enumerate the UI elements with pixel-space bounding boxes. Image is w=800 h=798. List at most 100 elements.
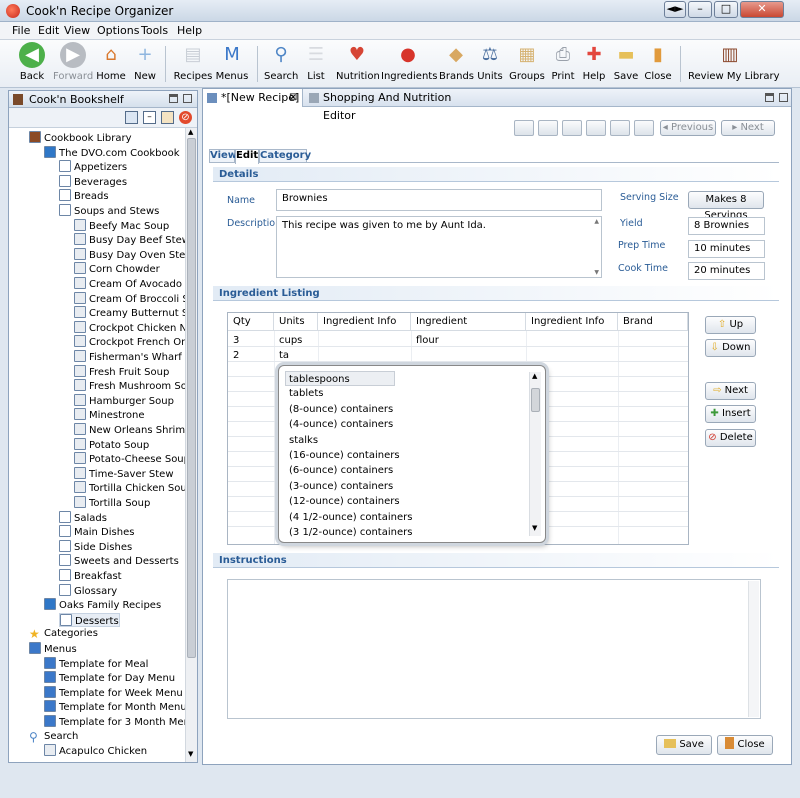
nav-last-button[interactable] (634, 120, 654, 136)
next-ingredient-button[interactable]: ⇨ Next (705, 382, 756, 400)
autocomplete-scrollbar[interactable]: ▲ ▼ (529, 372, 541, 536)
tree-item[interactable]: Potato Soup (74, 437, 149, 452)
tree-item[interactable]: Crockpot French Oni (74, 335, 185, 349)
cook-time-field[interactable]: 20 minutes (688, 262, 765, 280)
nav-first-button[interactable] (514, 120, 534, 136)
groups-toolbar-button[interactable]: ▦ Groups (509, 42, 545, 86)
minimize-icon[interactable] (125, 111, 138, 124)
bookshelf-title[interactable]: Cook'n Bookshelf (29, 93, 124, 106)
table-row[interactable]: 3 cups flour (228, 333, 688, 348)
tree-item[interactable]: ★ Categories (29, 627, 98, 641)
tree-item[interactable]: Corn Chowder (74, 262, 160, 276)
tree-item[interactable]: Time-Saver Stew (74, 466, 174, 481)
cell-ingredient[interactable] (411, 348, 416, 363)
autocomplete-option[interactable]: tablespoons (285, 371, 395, 386)
nav-next-page-button[interactable] (610, 120, 630, 136)
tree-item[interactable]: Potato-Cheese Soup (74, 452, 185, 466)
refresh-icon[interactable] (161, 111, 174, 124)
tree-item[interactable]: Beverages (59, 174, 127, 189)
tree-item[interactable]: Template for Month Menu (44, 700, 185, 714)
cell-qty[interactable]: 3 (228, 333, 239, 348)
description-field[interactable]: This recipe was given to me by Aunt Ida.… (276, 216, 602, 278)
tree-item[interactable]: Fresh Fruit Soup (74, 364, 169, 379)
window-nav-button[interactable]: ◄► (664, 1, 686, 18)
tab-shopping-nutrition[interactable]: Shopping And Nutrition Editor (305, 89, 475, 122)
close-toolbar-button[interactable]: ▮ Close (643, 42, 673, 86)
tree-item[interactable]: Side Dishes (59, 539, 132, 554)
tree-item[interactable]: Busy Day Oven Stew (74, 247, 185, 262)
units-toolbar-button[interactable]: ⚖ Units (475, 42, 505, 86)
maximize-button[interactable]: □ (714, 1, 738, 18)
nutrition-toolbar-button[interactable]: ♥ Nutrition (336, 42, 380, 86)
tree-item[interactable]: Fresh Mushroom Sou (74, 379, 185, 393)
tree-item[interactable]: Tortilla Chicken Soup (74, 481, 185, 495)
insert-button[interactable]: ✚ Insert (705, 405, 756, 423)
tab-close-icon[interactable]: ⊠ (289, 89, 297, 107)
tree-item[interactable]: Busy Day Beef Stew (74, 233, 185, 247)
panel-maximize-icon[interactable] (183, 94, 192, 103)
column-header[interactable]: Ingredient Info (318, 313, 411, 331)
recipes-toolbar-button[interactable]: ▤ Recipes (173, 42, 213, 86)
tree-item[interactable]: Salads (59, 510, 107, 525)
cell-qty[interactable]: 2 (228, 348, 239, 363)
tree-item[interactable]: Template for 3 Month Menu (44, 715, 185, 729)
delete-button[interactable]: ⊘ Delete (705, 429, 756, 447)
tree-item[interactable]: Sweets and Desserts (59, 554, 179, 568)
tree-item[interactable]: Fisherman's Wharf C (74, 350, 185, 364)
autocomplete-option[interactable]: (16-ounce) containers (289, 448, 400, 463)
nav-up-button[interactable] (562, 120, 582, 136)
tree-item[interactable]: Cream Of Avocado S (74, 277, 185, 291)
menu-options[interactable]: Options (97, 24, 139, 37)
autocomplete-option[interactable]: (8-ounce) containers (289, 402, 393, 417)
description-scroll-up-icon[interactable]: ▲ (594, 218, 599, 225)
recipe-name-field[interactable]: Brownies (276, 189, 602, 211)
save-button[interactable]: Save (656, 735, 712, 755)
scroll-up-icon[interactable]: ▲ (188, 128, 193, 136)
autocomplete-option[interactable]: tablets (289, 386, 323, 401)
autocomplete-scroll-thumb[interactable] (531, 388, 540, 412)
tree-item[interactable]: Template for Week Menu (44, 685, 183, 700)
back-toolbar-button[interactable]: ◀ Back (14, 42, 50, 86)
subtab-edit[interactable]: Edit (235, 149, 259, 164)
editor-maximize-icon[interactable] (779, 93, 788, 102)
subtab-view[interactable]: View (209, 149, 237, 163)
tree-item[interactable]: Beefy Mac Soup (74, 218, 169, 233)
tree-item[interactable]: Minestrone (74, 408, 145, 422)
tree-item[interactable]: Cream Of Broccoli Sc (74, 291, 185, 306)
menu-view[interactable]: View (64, 24, 90, 37)
list-toolbar-button[interactable]: ☰ List (303, 42, 329, 86)
menus-toolbar-button[interactable]: M Menus (214, 42, 250, 86)
serving-size-button[interactable]: Makes 8 Servings (688, 191, 764, 221)
menu-tools[interactable]: Tools (141, 24, 168, 37)
tree-item[interactable]: Acapulco Chicken (44, 744, 147, 758)
tree-item[interactable]: Tortilla Soup (74, 496, 150, 510)
tree-item[interactable]: Breakfast (59, 569, 122, 583)
print-toolbar-button[interactable]: ⎙ Print (548, 42, 578, 86)
forward-toolbar-button[interactable]: ▶ Forward (53, 42, 93, 86)
column-header[interactable]: Qty (228, 313, 274, 331)
tree-item[interactable]: Template for Day Menu (44, 671, 175, 685)
column-header[interactable]: Units (274, 313, 318, 331)
tree-item[interactable]: Crockpot Chicken No (74, 320, 185, 335)
tree-item[interactable]: Soups and Stews (59, 204, 159, 218)
save-toolbar-button[interactable]: ▬ Save (612, 42, 640, 86)
tree-item[interactable]: Cookbook Library (29, 131, 132, 145)
tree-item[interactable]: Desserts (59, 612, 120, 627)
autocomplete-option[interactable]: (3-ounce) containers (289, 479, 393, 494)
tree-item[interactable]: ⚲ Search (29, 730, 78, 744)
column-header[interactable]: Ingredient (411, 313, 526, 331)
help-toolbar-button[interactable]: ✚ Help (580, 42, 608, 86)
cell-ingredient[interactable]: flour (411, 333, 439, 348)
scroll-thumb[interactable] (187, 138, 196, 658)
scroll-down-icon[interactable]: ▼ (188, 750, 193, 758)
up-button[interactable]: ⇧ Up (705, 316, 756, 334)
down-button[interactable]: ⇩ Down (705, 339, 756, 357)
tree-item[interactable]: Glossary (59, 583, 117, 598)
home-toolbar-button[interactable]: ⌂ Home (94, 42, 128, 86)
cell-units[interactable]: cups (274, 333, 302, 348)
previous-button[interactable]: ◂ Previous (660, 120, 716, 136)
tree-item[interactable]: Breads (59, 189, 109, 203)
column-header[interactable]: Brand (618, 313, 688, 331)
close-window-button[interactable]: ✕ (740, 1, 784, 18)
tree-item[interactable]: Main Dishes (59, 525, 134, 539)
